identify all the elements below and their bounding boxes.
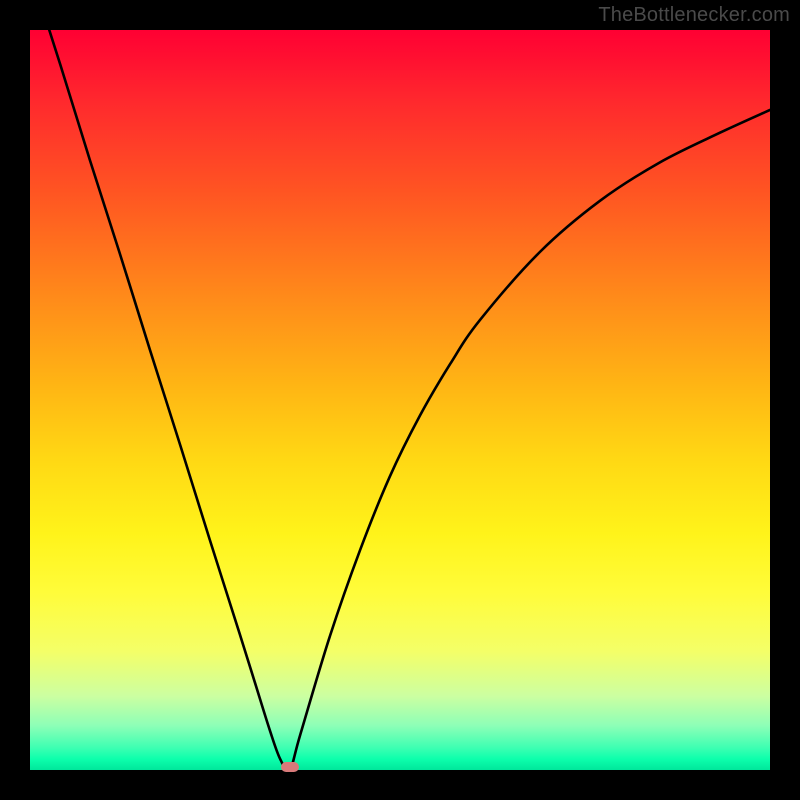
plot-area [30, 30, 770, 770]
watermark-text: TheBottlenecker.com [598, 4, 790, 27]
minimum-marker [281, 762, 299, 772]
bottleneck-curve [30, 30, 770, 770]
curve-svg [30, 30, 770, 770]
chart-frame: TheBottlenecker.com [0, 0, 800, 800]
